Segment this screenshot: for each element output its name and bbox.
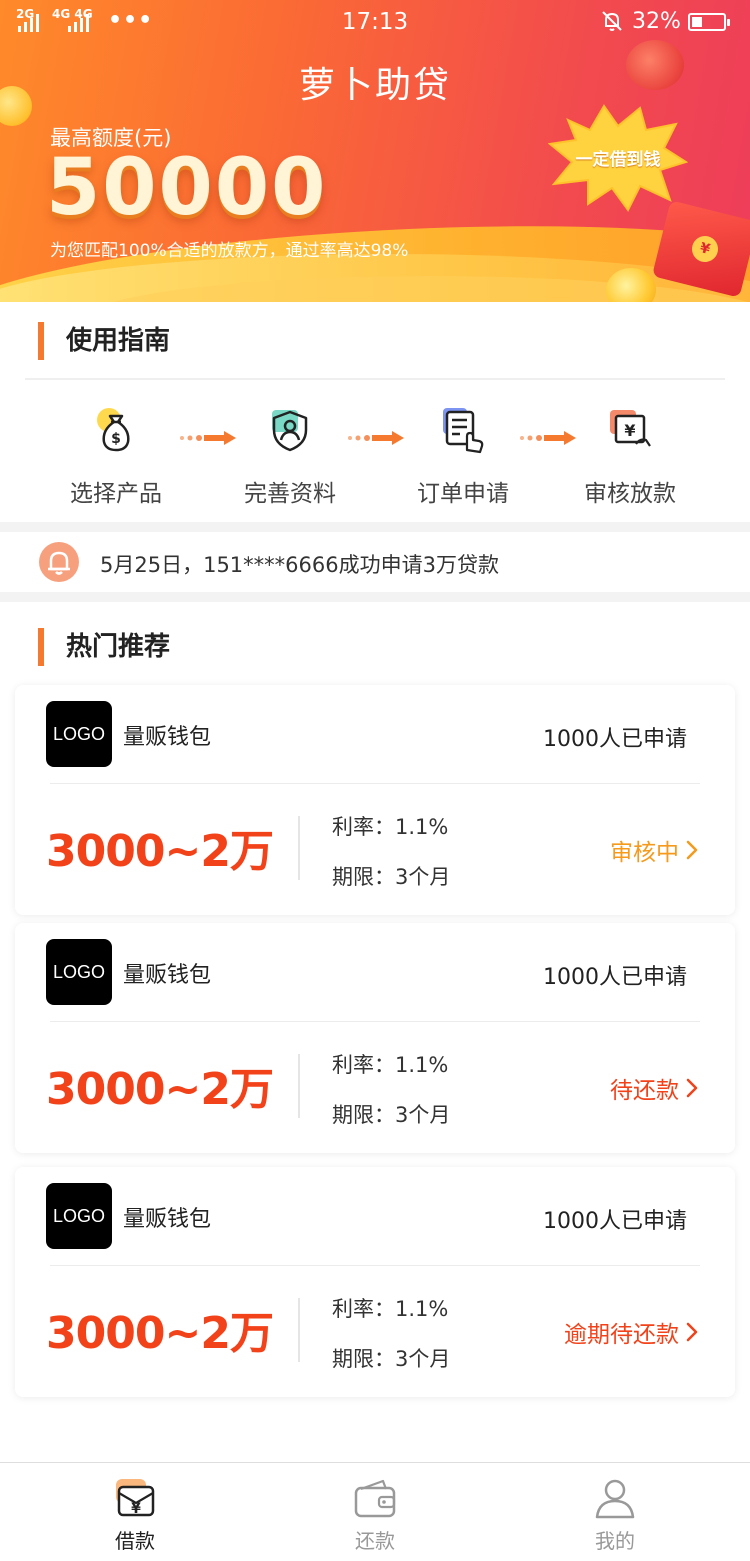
envelope-yen-symbol: ¥ bbox=[689, 233, 721, 265]
tab-mine[interactable]: 我的 bbox=[555, 1477, 675, 1554]
interest-rate: 利率：1.1% bbox=[332, 1297, 449, 1321]
banner-subtitle: 为您匹配100%合适的放款方，通过率高达98% bbox=[50, 241, 409, 261]
product-card[interactable]: LOGO 量贩钱包 1000人已申请 3000~2万 利率：1.1% 期限：3个… bbox=[15, 1167, 735, 1397]
shield-user-icon bbox=[272, 410, 308, 452]
user-icon bbox=[595, 1479, 635, 1519]
document-hand-icon bbox=[443, 408, 484, 454]
tab-label: 还款 bbox=[355, 1529, 395, 1553]
burst-badge-text: 一定借到钱 bbox=[575, 150, 661, 170]
divider bbox=[50, 783, 700, 784]
product-card[interactable]: LOGO 量贩钱包 1000人已申请 3000~2万 利率：1.1% 期限：3个… bbox=[15, 685, 735, 915]
divider bbox=[50, 1265, 700, 1266]
status-label: 逾期待还款 bbox=[564, 1322, 679, 1348]
tab-loan[interactable]: ¥ 借款 bbox=[75, 1477, 195, 1554]
yen-cash-icon: ¥ bbox=[610, 410, 651, 447]
status-label: 待还款 bbox=[610, 1078, 679, 1104]
max-limit-amount: 50000 bbox=[46, 143, 328, 233]
product-name: 量贩钱包 bbox=[123, 1207, 212, 1232]
divider bbox=[298, 1054, 300, 1118]
notice-bar[interactable]: 5月25日，151****6666成功申请3万贷款 bbox=[0, 532, 750, 592]
guide-step-label: 订单申请 bbox=[417, 481, 509, 507]
money-bag-icon: $ bbox=[97, 408, 130, 452]
guide-title: 使用指南 bbox=[38, 322, 170, 360]
product-name: 量贩钱包 bbox=[123, 963, 212, 988]
loan-term: 期限：3个月 bbox=[332, 1347, 451, 1371]
svg-text:¥: ¥ bbox=[624, 421, 635, 440]
divider bbox=[298, 816, 300, 880]
loan-amount-range: 3000~2万 bbox=[46, 1308, 274, 1359]
guide-step-select-product[interactable]: $ 选择产品 bbox=[36, 406, 196, 508]
guide-step-label: 审核放款 bbox=[584, 481, 676, 507]
chevron-right-icon bbox=[686, 1322, 698, 1342]
loan-term: 期限：3个月 bbox=[332, 1103, 451, 1127]
tab-label: 借款 bbox=[115, 1529, 155, 1553]
interest-rate: 利率：1.1% bbox=[332, 815, 449, 839]
status-label: 审核中 bbox=[610, 840, 679, 866]
banner: ¥ 2G 4G 4G ••• 17:13 32% 萝卜助贷 最高额度(元) 50… bbox=[0, 0, 750, 302]
applied-count: 1000人已申请 bbox=[543, 727, 687, 752]
bottom-tab-bar: ¥ 借款 还款 我的 bbox=[0, 1462, 750, 1561]
tab-repay[interactable]: 还款 bbox=[315, 1477, 435, 1554]
status-link[interactable]: 逾期待还款 bbox=[564, 1315, 699, 1349]
bell-muted-icon bbox=[602, 11, 622, 31]
loan-amount-range: 3000~2万 bbox=[46, 1064, 274, 1115]
divider bbox=[50, 1021, 700, 1022]
guide-step-review-loan[interactable]: ¥ 审核放款 bbox=[550, 406, 710, 508]
notice-icon-wrap bbox=[39, 542, 79, 582]
applied-count: 1000人已申请 bbox=[543, 1209, 687, 1234]
notice-text: 5月25日，151****6666成功申请3万贷款 bbox=[100, 553, 499, 577]
battery-percent: 32% bbox=[632, 9, 681, 34]
product-card[interactable]: LOGO 量贩钱包 1000人已申请 3000~2万 利率：1.1% 期限：3个… bbox=[15, 923, 735, 1153]
svg-text:¥: ¥ bbox=[131, 1501, 141, 1517]
chevron-right-icon bbox=[686, 840, 698, 860]
product-logo: LOGO bbox=[46, 1183, 112, 1249]
product-logo: LOGO bbox=[46, 939, 112, 1005]
loan-icon: ¥ bbox=[116, 1479, 155, 1517]
battery-icon bbox=[688, 13, 730, 31]
product-name: 量贩钱包 bbox=[123, 725, 212, 750]
chevron-right-icon bbox=[686, 1078, 698, 1098]
applied-count: 1000人已申请 bbox=[543, 965, 687, 990]
guide-step-order-apply[interactable]: 订单申请 bbox=[383, 406, 543, 508]
bell-icon bbox=[48, 551, 70, 575]
guide-section: 使用指南 $ 选择产品 完善资料 订单申请 ¥ 审核放款 bbox=[0, 302, 750, 522]
loan-term: 期限：3个月 bbox=[332, 865, 451, 889]
divider bbox=[25, 378, 725, 380]
divider bbox=[298, 1298, 300, 1362]
interest-rate: 利率：1.1% bbox=[332, 1053, 449, 1077]
battery-fill bbox=[692, 17, 702, 27]
guide-step-complete-info[interactable]: 完善资料 bbox=[210, 406, 370, 508]
status-link[interactable]: 待还款 bbox=[610, 1071, 699, 1105]
wallet-icon bbox=[354, 1479, 396, 1518]
status-link[interactable]: 审核中 bbox=[610, 833, 699, 867]
guide-step-label: 完善资料 bbox=[244, 481, 336, 507]
product-logo: LOGO bbox=[46, 701, 112, 767]
status-bar: 2G 4G 4G ••• 17:13 32% bbox=[0, 0, 750, 46]
guide-step-label: 选择产品 bbox=[70, 481, 162, 507]
svg-text:$: $ bbox=[111, 431, 121, 447]
loan-amount-range: 3000~2万 bbox=[46, 826, 274, 877]
hot-title: 热门推荐 bbox=[38, 628, 170, 666]
tab-label: 我的 bbox=[595, 1529, 635, 1553]
